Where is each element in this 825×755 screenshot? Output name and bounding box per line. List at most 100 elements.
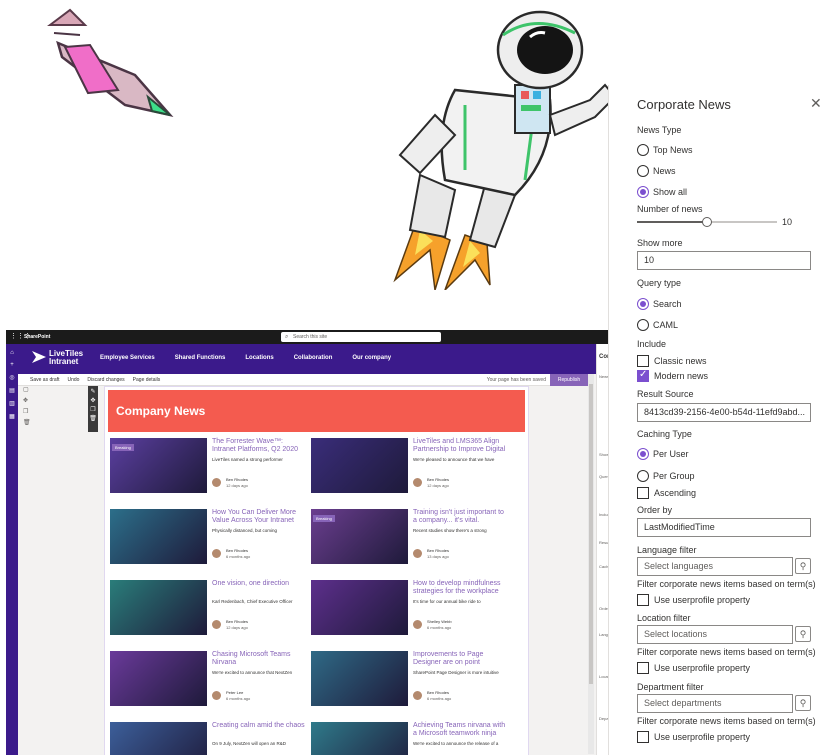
news-card-author: Ben Rhodes 13 days ago: [413, 547, 509, 561]
news-card[interactable]: One vision, one direction Karl Redenbach,…: [110, 580, 310, 642]
files-icon[interactable]: ▥: [6, 400, 18, 407]
duplicate-icon[interactable]: ❐: [23, 408, 31, 415]
author-name: Peter Lee: [226, 690, 244, 695]
news-card-thumbnail[interactable]: [110, 509, 207, 564]
location-picker-icon[interactable]: ⚲: [795, 626, 811, 642]
nav-item-locations[interactable]: Locations: [245, 355, 273, 361]
news-card[interactable]: Improvements to Page Designer are on poi…: [311, 651, 511, 713]
news-card[interactable]: How to develop mindfulness strategies fo…: [311, 580, 511, 642]
news-card-excerpt: It's time for our annual bike ride to: [413, 599, 481, 604]
news-card-author: Ben Rhodes 6 months ago: [413, 689, 509, 703]
nav-item-employee-services[interactable]: Employee Services: [100, 355, 155, 361]
number-of-news-slider[interactable]: [637, 217, 777, 227]
page-details-button[interactable]: Page details: [133, 377, 161, 383]
news-icon[interactable]: ▤: [6, 387, 18, 394]
department-picker-icon[interactable]: ⚲: [795, 695, 811, 711]
classic-news-checkbox[interactable]: Classic news: [637, 354, 707, 368]
canvas-scrollbar[interactable]: [588, 374, 594, 754]
move-icon[interactable]: ✥: [23, 397, 31, 404]
mini-label-language: Language filter: [599, 632, 608, 637]
news-card-title[interactable]: Achieving Teams nirvana with a Microsoft…: [413, 722, 509, 738]
news-card-thumbnail[interactable]: [311, 651, 408, 706]
department-userprofile-checkbox[interactable]: Use userprofile property: [637, 730, 750, 744]
radio-show-all-label: Show all: [653, 187, 688, 197]
news-card-thumbnail[interactable]: [311, 580, 408, 635]
news-card[interactable]: Breaking The Forrester Wave™: Intranet Pl…: [110, 438, 310, 500]
news-card[interactable]: How You Can Deliver More Value Across Yo…: [110, 509, 310, 571]
include-label: Include: [637, 339, 667, 349]
location-userprofile-label: Use userprofile property: [654, 663, 751, 673]
modern-news-label: Modern news: [654, 371, 709, 381]
nav-item-our-company[interactable]: Our company: [352, 355, 391, 361]
order-by-input[interactable]: LastModifiedTime: [637, 518, 811, 537]
radio-per-group[interactable]: Per Group: [637, 469, 695, 483]
radio-per-user[interactable]: Per User: [637, 447, 689, 461]
news-card-title[interactable]: Improvements to Page Designer are on poi…: [413, 651, 509, 667]
news-card[interactable]: Chasing Microsoft Teams Nirvana We're exc…: [110, 651, 310, 713]
rocket-illustration: [47, 8, 174, 118]
news-card-thumbnail[interactable]: [110, 580, 207, 635]
news-card-thumbnail[interactable]: [311, 722, 408, 755]
discard-changes-button[interactable]: Discard changes: [87, 377, 124, 383]
news-card-title[interactable]: How to develop mindfulness strategies fo…: [413, 580, 509, 596]
department-filter-note: Filter corporate news items based on ter…: [637, 716, 816, 726]
sharepoint-screenshot: ⋮⋮⋮ SharePoint ⌕ Search this site ⌂ + ◎ …: [6, 330, 608, 755]
language-picker-input[interactable]: Select languages: [637, 557, 793, 576]
republish-button[interactable]: Republish: [550, 374, 588, 386]
department-picker-input[interactable]: Select departments: [637, 694, 793, 713]
author-name: Ben Rhodes: [226, 477, 249, 482]
add-icon[interactable]: +: [6, 362, 18, 368]
result-source-input[interactable]: 8413cd39-2156-4e00-b54d-11efd9abd...: [637, 403, 811, 422]
home-icon[interactable]: ⌂: [6, 350, 18, 356]
move-webpart-icon[interactable]: ✥: [88, 397, 98, 404]
radio-show-all[interactable]: Show all: [637, 185, 687, 199]
news-card[interactable]: LiveTiles and LMS365 Align Partnership t…: [311, 438, 511, 500]
radio-news[interactable]: News: [637, 164, 676, 178]
radio-per-user-label: Per User: [653, 449, 689, 459]
undo-button[interactable]: Undo: [67, 377, 79, 383]
nav-item-shared-functions[interactable]: Shared Functions: [175, 355, 226, 361]
delete-icon[interactable]: 🗑: [23, 419, 31, 426]
news-card-thumbnail[interactable]: [110, 651, 207, 706]
news-card[interactable]: Achieving Teams nirvana with a Microsoft…: [311, 722, 511, 755]
news-card-title[interactable]: Chasing Microsoft Teams Nirvana: [212, 651, 308, 667]
radio-top-news[interactable]: Top News: [637, 143, 693, 157]
news-card-title[interactable]: The Forrester Wave™: Intranet Platforms,…: [212, 438, 308, 454]
news-card-title[interactable]: LiveTiles and LMS365 Align Partnership t…: [413, 438, 509, 454]
location-userprofile-checkbox[interactable]: Use userprofile property: [637, 661, 750, 675]
edit-webpart-icon[interactable]: ✎: [88, 388, 98, 395]
modern-news-checkbox[interactable]: Modern news: [637, 369, 708, 383]
slider-thumb[interactable]: [702, 217, 712, 227]
list-icon[interactable]: ▦: [6, 413, 18, 420]
news-card-thumbnail[interactable]: Breaking: [311, 509, 408, 564]
section-icon[interactable]: ▢: [23, 386, 31, 393]
nav-item-collaboration[interactable]: Collaboration: [294, 355, 333, 361]
radio-search[interactable]: Search: [637, 297, 682, 311]
avatar: [413, 620, 422, 629]
close-icon[interactable]: ✕: [810, 95, 822, 112]
language-userprofile-checkbox[interactable]: Use userprofile property: [637, 593, 750, 607]
globe-icon[interactable]: ◎: [6, 374, 18, 381]
save-draft-button[interactable]: Save as draft: [30, 377, 59, 383]
delete-webpart-icon[interactable]: 🗑: [88, 415, 98, 422]
duplicate-webpart-icon[interactable]: ❐: [88, 406, 98, 413]
news-card-title[interactable]: How You Can Deliver More Value Across Yo…: [212, 509, 308, 525]
news-card-thumbnail[interactable]: [311, 438, 408, 493]
news-card[interactable]: Creating calm amid the chaos On 9 July, N…: [110, 722, 310, 755]
show-more-input[interactable]: 10: [637, 251, 811, 270]
news-card-thumbnail[interactable]: [110, 722, 207, 755]
news-card-title[interactable]: Training isn't just important to a compa…: [413, 509, 509, 525]
location-picker-input[interactable]: Select locations: [637, 625, 793, 644]
news-card[interactable]: Breaking Training isn't just important to…: [311, 509, 511, 571]
language-picker-icon[interactable]: ⚲: [795, 558, 811, 574]
site-search-box[interactable]: ⌕ Search this site: [281, 332, 441, 342]
news-card-thumbnail[interactable]: Breaking: [110, 438, 207, 493]
radio-news-label: News: [653, 166, 676, 176]
ascending-checkbox[interactable]: Ascending: [637, 486, 696, 500]
slider-fill: [637, 221, 707, 223]
hub-navigation: LiveTiles Intranet Employee Services Sha…: [18, 344, 608, 374]
news-card-title[interactable]: One vision, one direction: [212, 580, 308, 588]
scrollbar-thumb[interactable]: [589, 384, 593, 684]
radio-caml[interactable]: CAML: [637, 318, 678, 332]
news-card-title[interactable]: Creating calm amid the chaos: [212, 722, 308, 730]
